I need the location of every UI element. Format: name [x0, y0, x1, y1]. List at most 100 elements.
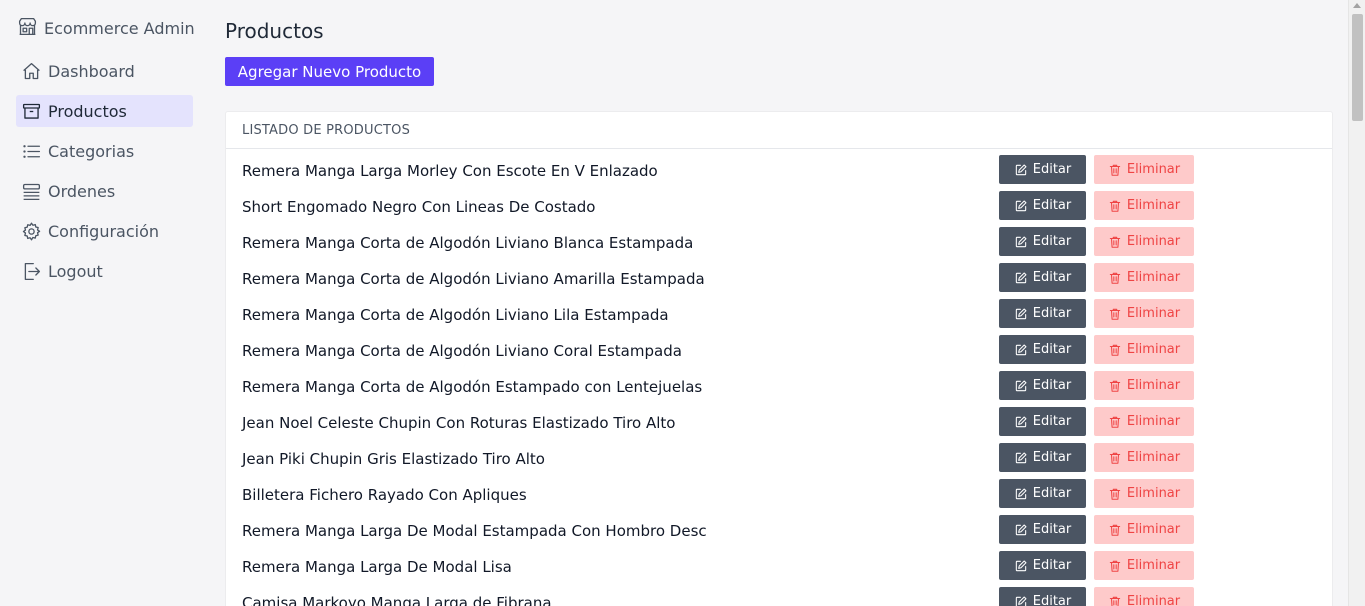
- delete-button[interactable]: Eliminar: [1094, 227, 1194, 256]
- edit-label: Editar: [1032, 270, 1072, 285]
- edit-icon: [1014, 271, 1028, 285]
- page-title: Productos: [225, 19, 324, 43]
- trash-icon: [1108, 343, 1122, 357]
- scrollbar-thumb[interactable]: [1352, 14, 1363, 121]
- delete-button[interactable]: Eliminar: [1094, 263, 1194, 292]
- edit-button[interactable]: Editar: [999, 587, 1086, 606]
- home-icon: [20, 60, 42, 82]
- edit-label: Editar: [1032, 486, 1072, 501]
- add-product-button[interactable]: Agregar Nuevo Producto: [225, 57, 434, 86]
- product-name: Camisa Markoyo Manga Larga de Fibrana: [242, 594, 552, 606]
- edit-label: Editar: [1032, 450, 1072, 465]
- delete-label: Eliminar: [1126, 486, 1181, 501]
- edit-label: Editar: [1032, 162, 1072, 177]
- table-row: Billetera Fichero Rayado Con Apliques Edi…: [226, 477, 1332, 513]
- edit-button[interactable]: Editar: [999, 191, 1086, 220]
- edit-icon: [1014, 523, 1028, 537]
- delete-label: Eliminar: [1126, 306, 1181, 321]
- delete-label: Eliminar: [1126, 342, 1181, 357]
- trash-icon: [1108, 595, 1122, 606]
- edit-button[interactable]: Editar: [999, 299, 1086, 328]
- products-card: LISTADO DE PRODUCTOS Remera Manga Larga …: [225, 111, 1333, 606]
- product-name: Billetera Fichero Rayado Con Apliques: [242, 486, 527, 504]
- edit-label: Editar: [1032, 558, 1072, 573]
- edit-label: Editar: [1032, 414, 1072, 429]
- delete-label: Eliminar: [1126, 414, 1181, 429]
- product-name: Jean Noel Celeste Chupin Con Roturas Ela…: [242, 414, 676, 432]
- products-list-header: LISTADO DE PRODUCTOS: [226, 112, 1332, 149]
- product-name: Remera Manga Corta de Algodón Liviano Li…: [242, 306, 669, 324]
- product-name: Remera Manga Corta de Algodón Estampado …: [242, 378, 703, 396]
- edit-label: Editar: [1032, 594, 1072, 606]
- table-row: Remera Manga Larga De Modal Lisa Editar El…: [226, 549, 1332, 585]
- brand-name: Ecommerce Admin: [44, 19, 195, 38]
- delete-button[interactable]: Eliminar: [1094, 479, 1194, 508]
- edit-icon: [1014, 307, 1028, 321]
- edit-button[interactable]: Editar: [999, 407, 1086, 436]
- store-icon: [17, 16, 38, 41]
- product-name: Remera Manga Larga De Modal Lisa: [242, 558, 512, 576]
- table-row: Remera Manga Corta de Algodón Liviano Li…: [226, 297, 1332, 333]
- edit-label: Editar: [1032, 522, 1072, 537]
- edit-icon: [1014, 235, 1028, 249]
- table-row: Jean Piki Chupin Gris Elastizado Tiro Al…: [226, 441, 1332, 477]
- table-row: Remera Manga Corta de Algodón Estampado …: [226, 369, 1332, 405]
- delete-button[interactable]: Eliminar: [1094, 551, 1194, 580]
- delete-button[interactable]: Eliminar: [1094, 191, 1194, 220]
- table-row: Remera Manga Corta de Algodón Liviano Co…: [226, 333, 1332, 369]
- delete-label: Eliminar: [1126, 450, 1181, 465]
- page-scrollbar[interactable]: [1348, 0, 1365, 606]
- trash-icon: [1108, 451, 1122, 465]
- delete-button[interactable]: Eliminar: [1094, 407, 1194, 436]
- brand[interactable]: Ecommerce Admin: [17, 16, 195, 41]
- products-list: Remera Manga Larga Morley Con Escote En …: [226, 149, 1332, 606]
- edit-label: Editar: [1032, 234, 1072, 249]
- sidebar-item-label: Categorias: [48, 141, 135, 161]
- delete-button[interactable]: Eliminar: [1094, 335, 1194, 364]
- delete-label: Eliminar: [1126, 198, 1181, 213]
- edit-icon: [1014, 595, 1028, 606]
- table-row: Remera Manga Larga De Modal Estampada Co…: [226, 513, 1332, 549]
- delete-button[interactable]: Eliminar: [1094, 299, 1194, 328]
- product-name: Remera Manga Larga Morley Con Escote En …: [242, 162, 658, 180]
- edit-button[interactable]: Editar: [999, 551, 1086, 580]
- delete-button[interactable]: Eliminar: [1094, 371, 1194, 400]
- trash-icon: [1108, 415, 1122, 429]
- delete-button[interactable]: Eliminar: [1094, 443, 1194, 472]
- sidebar-item-logout[interactable]: Logout: [16, 255, 193, 287]
- delete-button[interactable]: Eliminar: [1094, 155, 1194, 184]
- edit-button[interactable]: Editar: [999, 263, 1086, 292]
- delete-label: Eliminar: [1126, 234, 1181, 249]
- sidebar-item-categorias[interactable]: Categorias: [16, 135, 193, 167]
- edit-icon: [1014, 415, 1028, 429]
- edit-button[interactable]: Editar: [999, 515, 1086, 544]
- sidebar-item-label: Dashboard: [48, 61, 135, 81]
- edit-button[interactable]: Editar: [999, 443, 1086, 472]
- table-row: Camisa Markoyo Manga Larga de Fibrana Edi…: [226, 585, 1332, 606]
- delete-button[interactable]: Eliminar: [1094, 587, 1194, 606]
- trash-icon: [1108, 235, 1122, 249]
- sidebar-item-productos[interactable]: Productos: [16, 95, 193, 127]
- delete-button[interactable]: Eliminar: [1094, 515, 1194, 544]
- edit-button[interactable]: Editar: [999, 155, 1086, 184]
- product-name: Remera Manga Corta de Algodón Liviano Co…: [242, 342, 682, 360]
- edit-button[interactable]: Editar: [999, 479, 1086, 508]
- edit-label: Editar: [1032, 342, 1072, 357]
- trash-icon: [1108, 559, 1122, 573]
- table-row: Remera Manga Corta de Algodón Liviano Am…: [226, 261, 1332, 297]
- edit-button[interactable]: Editar: [999, 335, 1086, 364]
- edit-button[interactable]: Editar: [999, 371, 1086, 400]
- edit-icon: [1014, 343, 1028, 357]
- sidebar-item-label: Productos: [48, 101, 127, 121]
- trash-icon: [1108, 271, 1122, 285]
- edit-button[interactable]: Editar: [999, 227, 1086, 256]
- trash-icon: [1108, 163, 1122, 177]
- sidebar-nav: Dashboard Productos Categorias Ordenes C…: [16, 55, 193, 295]
- trash-icon: [1108, 523, 1122, 537]
- sidebar-item-ordenes[interactable]: Ordenes: [16, 175, 193, 207]
- scroll-up-arrow-icon[interactable]: [1353, 3, 1361, 8]
- gear-icon: [20, 220, 42, 242]
- sidebar-item-configuracion[interactable]: Configuración: [16, 215, 193, 247]
- list-icon: [20, 140, 42, 162]
- sidebar-item-dashboard[interactable]: Dashboard: [16, 55, 193, 87]
